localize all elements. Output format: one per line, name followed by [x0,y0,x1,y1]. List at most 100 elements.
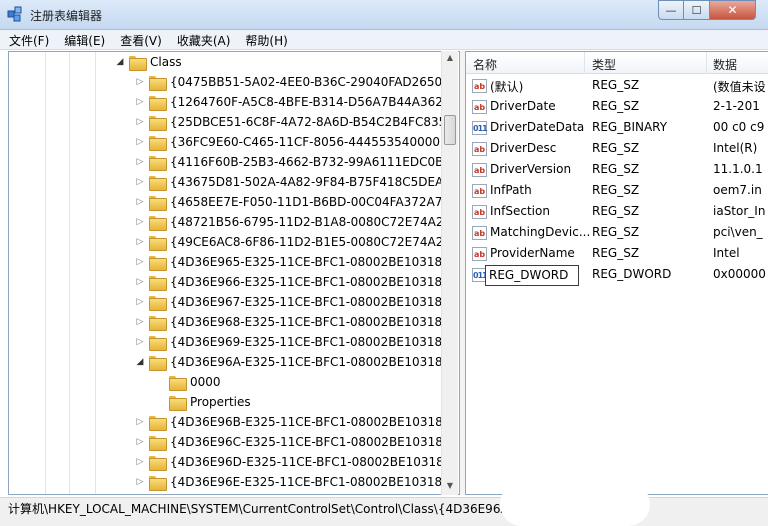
folder-icon [149,475,167,491]
scroll-down-icon[interactable]: ▼ [445,481,455,490]
value-row[interactable]: 011 DriverDateData REG_BINARY 00 c0 c9 [466,118,768,139]
value-row[interactable]: ab DriverDesc REG_SZ Intel(R) [466,139,768,160]
expand-arrow-icon[interactable]: ▷ [134,277,146,287]
menu-view[interactable]: 查看(V) [111,30,168,49]
tree-node-label: {4D36E969-E325-11CE-BFC1-08002BE10318} [170,335,450,349]
tree-node[interactable]: ▷ {4D36E967-E325-11CE-BFC1-08002BE10318} [134,292,450,312]
column-header-name[interactable]: 名称 [473,56,497,73]
close-button[interactable]: ✕ [710,0,756,20]
tree-node[interactable]: ▷ {4D36E966-E325-11CE-BFC1-08002BE10318} [134,272,450,292]
folder-icon [149,155,167,171]
column-divider[interactable] [706,52,707,74]
tree-node[interactable]: ▷ {4D36E96C-E325-11CE-BFC1-08002BE10318} [134,432,451,452]
value-type: REG_SZ [592,204,640,218]
maximize-button[interactable]: ☐ [684,0,710,20]
list-header: 名称 类型 数据 [466,52,768,74]
tree-node-label: {4D36E967-E325-11CE-BFC1-08002BE10318} [170,295,450,309]
tree-node[interactable]: ▷ {25DBCE51-6C8F-4A72-8A6D-B54C2B4FC835} [134,112,454,132]
tree-node-label: {43675D81-502A-4A82-9F84-B75F418C5DEA} [170,175,451,189]
value-row[interactable]: ab MatchingDevic... REG_SZ pci\ven_ [466,223,768,244]
column-header-data[interactable]: 数据 [713,56,737,73]
folder-icon [149,115,167,131]
collapse-arrow-icon[interactable]: ◢ [134,357,146,367]
folder-icon [149,335,167,351]
tree-node[interactable]: ▷ {43675D81-502A-4A82-9F84-B75F418C5DEA} [134,172,451,192]
expand-arrow-icon[interactable]: ▷ [134,337,146,347]
menu-favorites[interactable]: 收藏夹(A) [168,30,237,49]
tree-node-label: 0000 [190,375,221,389]
expand-arrow-icon[interactable]: ▷ [134,137,146,147]
value-row[interactable]: ab DriverDate REG_SZ 2-1-201 [466,97,768,118]
title-bar: 注册表编辑器 — ☐ ✕ [0,0,768,30]
tree-node[interactable]: ▷ {4D36E96B-E325-11CE-BFC1-08002BE10318} [134,412,450,432]
expand-arrow-icon[interactable]: ▷ [134,477,146,487]
value-row[interactable]: ab (默认) REG_SZ (数值未设 [466,76,768,97]
key-tree-pane[interactable]: ◢ Class ▷ {0475BB51-5A02-4EE0-B36C-29040F… [8,51,460,495]
value-data: pci\ven_ [713,225,763,239]
tree-node-label: Class [150,55,182,69]
expand-arrow-icon[interactable]: ▷ [134,217,146,227]
menu-help[interactable]: 帮助(H) [236,30,293,49]
value-row[interactable]: ab ProviderName REG_SZ Intel [466,244,768,265]
tree-node[interactable]: ▷ {4D36E96E-E325-11CE-BFC1-08002BE10318} [134,472,450,492]
tree-scrollbar[interactable]: ▲ ▼ [441,51,458,495]
registry-editor-icon [7,6,22,22]
value-data: iaStor_In [713,204,766,218]
tree-node[interactable]: ▷ {4D36E968-E325-11CE-BFC1-08002BE10318} [134,312,450,332]
tree-node[interactable]: ▷ {4D36E965-E325-11CE-BFC1-08002BE10318} [134,252,450,272]
tree-node-label: {48721B56-6795-11D2-B1A8-0080C72E74A2} [170,215,452,229]
folder-icon [169,395,187,411]
expand-arrow-icon[interactable]: ▷ [134,117,146,127]
folder-open-icon [129,55,147,71]
tree-node-properties[interactable]: Properties [154,392,251,412]
expand-arrow-icon[interactable]: ▷ [134,317,146,327]
expand-arrow-icon[interactable]: ▷ [134,237,146,247]
tree-node[interactable]: ▷ {0475BB51-5A02-4EE0-B36C-29040FAD2650} [134,72,450,92]
tree-node[interactable]: ▷ {48721B56-6795-11D2-B1A8-0080C72E74A2} [134,212,451,232]
tree-node-class[interactable]: ◢ Class [114,52,182,72]
tree-node[interactable]: ▷ {4D36E969-E325-11CE-BFC1-08002BE10318} [134,332,450,352]
expand-arrow-icon[interactable]: ▷ [134,97,146,107]
collapse-arrow-icon[interactable]: ◢ [114,57,126,67]
expand-arrow-icon[interactable]: ▷ [134,177,146,187]
menu-file[interactable]: 文件(F) [0,30,55,49]
value-row[interactable]: ab DriverVersion REG_SZ 11.1.0.1 [466,160,768,181]
tree-node-expanded[interactable]: ◢ {4D36E96A-E325-11CE-BFC1-08002BE10318} [134,352,450,372]
tree-node[interactable]: ▷ {4D36E96D-E325-11CE-BFC1-08002BE10318} [134,452,451,472]
tree-node-0000[interactable]: 0000 [154,372,221,392]
tree-node[interactable]: ▷ {1264760F-A5C8-4BFE-B314-D56A7B44A362} [134,92,451,112]
value-name: (默认) [490,80,524,94]
folder-icon [149,135,167,151]
value-row[interactable]: ab InfSection REG_SZ iaStor_In [466,202,768,223]
menu-edit[interactable]: 编辑(E) [55,30,111,49]
rename-value-input[interactable]: REG_DWORD [485,265,579,286]
tree-node[interactable]: ▷ {4658EE7E-F050-11D1-B6BD-00C04FA372A7} [134,192,450,212]
expand-arrow-icon[interactable]: ▷ [134,457,146,467]
tree-node-label: {4116F60B-25B3-4662-B732-99A6111EDC0B} [170,155,452,169]
folder-icon [149,255,167,271]
column-header-type[interactable]: 类型 [592,56,616,73]
tree-node[interactable]: ▷ {36FC9E60-C465-11CF-8056-444553540000} [134,132,448,152]
folder-icon [149,455,167,471]
expand-arrow-icon[interactable]: ▷ [134,157,146,167]
value-data: (数值未设 [713,80,766,94]
value-row[interactable]: ab InfPath REG_SZ oem7.in [466,181,768,202]
expand-arrow-icon[interactable]: ▷ [134,257,146,267]
string-value-icon: ab [472,226,487,240]
tree-node[interactable]: ▷ {49CE6AC8-6F86-11D2-B1E5-0080C72E74A2} [134,232,451,252]
expand-arrow-icon[interactable]: ▷ [134,437,146,447]
folder-icon [149,95,167,111]
tree-guide-line [45,52,46,494]
column-divider[interactable] [584,52,585,74]
value-data: 00 c0 c9 [713,120,765,134]
minimize-button[interactable]: — [658,0,684,20]
menu-bar: 文件(F) 编辑(E) 查看(V) 收藏夹(A) 帮助(H) [0,30,768,50]
expand-arrow-icon[interactable]: ▷ [134,77,146,87]
value-name: InfSection [490,204,550,218]
expand-arrow-icon[interactable]: ▷ [134,417,146,427]
tree-node[interactable]: ▷ {4116F60B-25B3-4662-B732-99A6111EDC0B} [134,152,451,172]
scroll-up-icon[interactable]: ▲ [445,53,455,62]
expand-arrow-icon[interactable]: ▷ [134,197,146,207]
scrollbar-thumb[interactable] [444,115,456,145]
expand-arrow-icon[interactable]: ▷ [134,297,146,307]
